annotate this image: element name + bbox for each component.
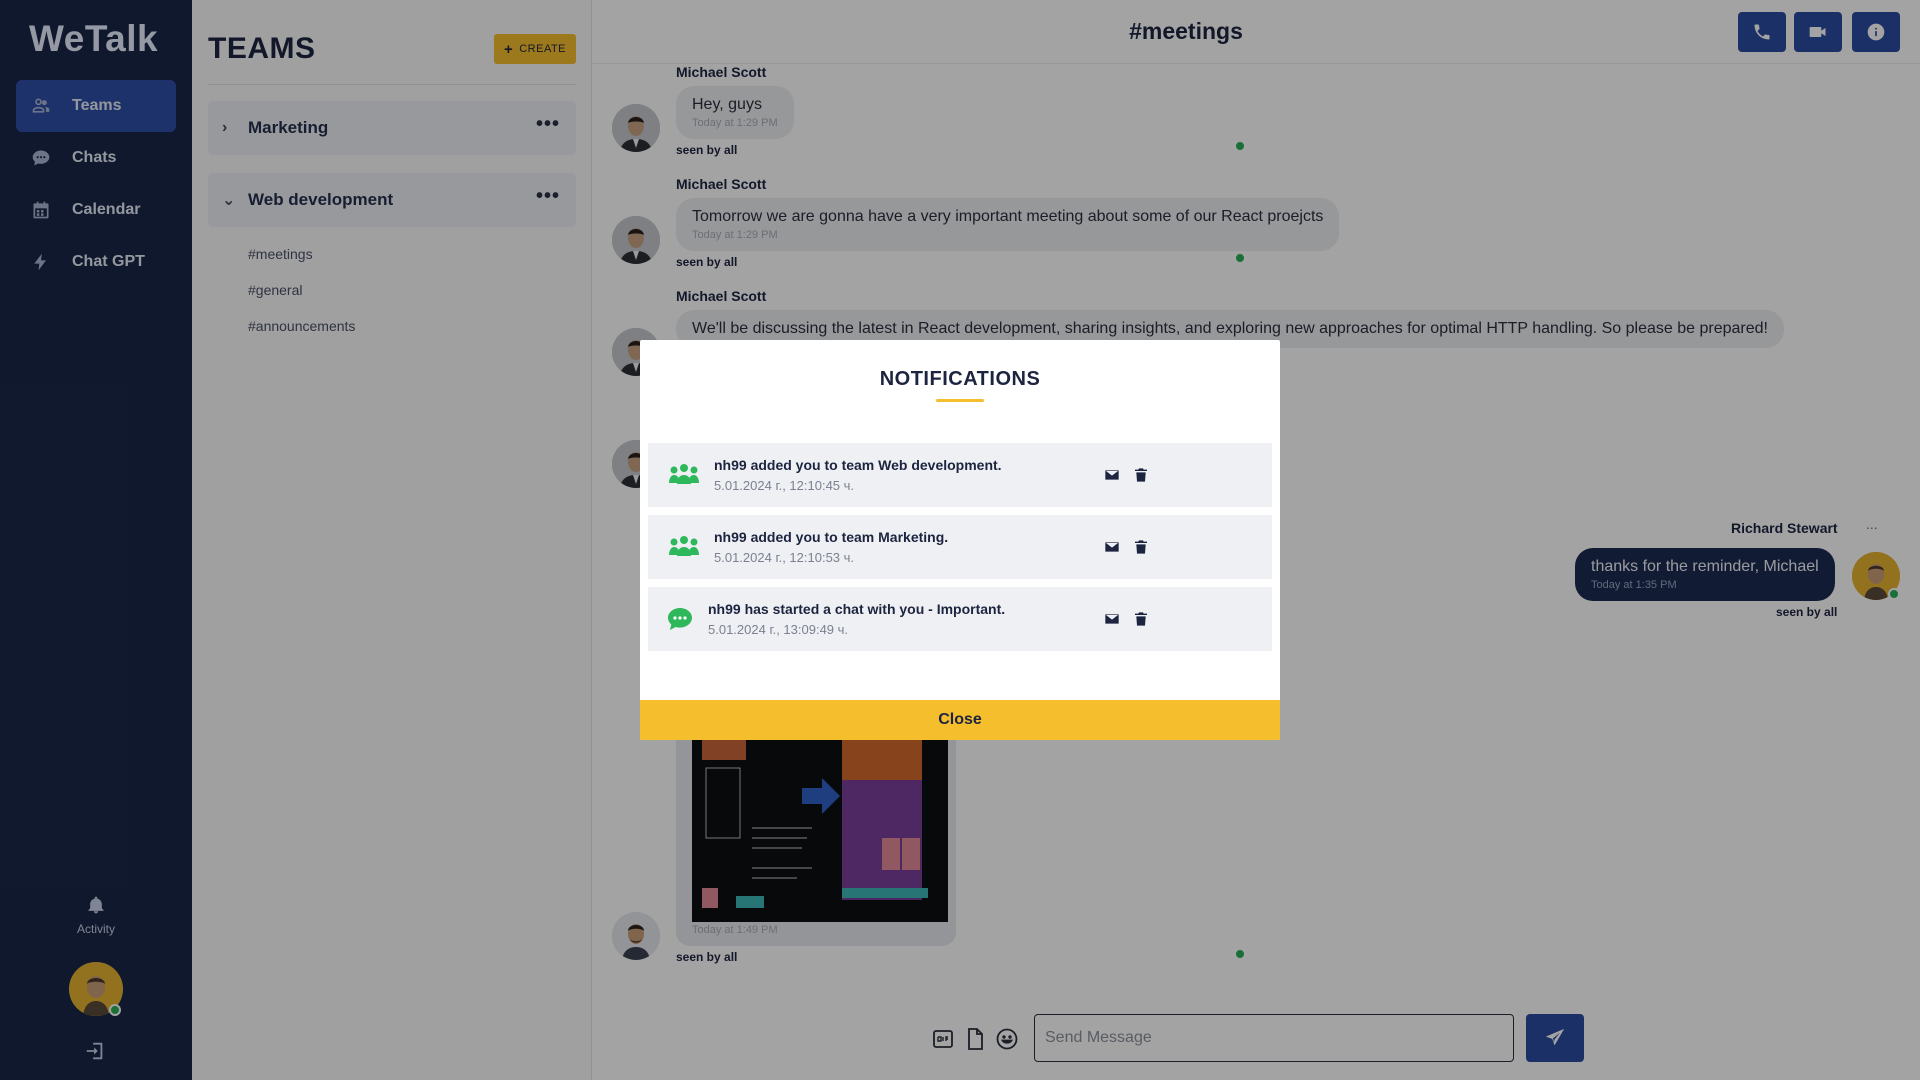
notification-item[interactable]: nh99 added you to team Marketing. 5.01.2… xyxy=(648,515,1272,579)
mark-read-button[interactable] xyxy=(1104,611,1120,627)
chat-icon xyxy=(666,605,698,633)
notifications-modal: NOTIFICATIONS nh99 added you to team Web… xyxy=(640,340,1280,740)
delete-notification-button[interactable] xyxy=(1133,539,1149,555)
close-notifications-button[interactable]: Close xyxy=(640,700,1280,740)
notification-date: 5.01.2024 г., 12:10:45 ч. xyxy=(714,478,855,493)
team-icon xyxy=(668,461,700,489)
title-underline xyxy=(936,399,984,402)
notification-item[interactable]: nh99 added you to team Web development. … xyxy=(648,443,1272,507)
trash-icon xyxy=(1135,612,1147,626)
notification-text: nh99 added you to team Web development. xyxy=(714,457,1002,473)
notification-text: nh99 added you to team Marketing. xyxy=(714,529,949,545)
notifications-title: NOTIFICATIONS xyxy=(879,368,1041,390)
envelope-icon xyxy=(1105,614,1119,624)
trash-icon xyxy=(1135,468,1147,482)
notification-item[interactable]: nh99 has started a chat with you - Impor… xyxy=(648,587,1272,651)
notification-date: 5.01.2024 г., 12:10:53 ч. xyxy=(714,550,855,565)
envelope-icon xyxy=(1105,470,1119,480)
team-icon xyxy=(668,533,700,561)
delete-notification-button[interactable] xyxy=(1133,611,1149,627)
delete-notification-button[interactable] xyxy=(1133,467,1149,483)
mark-read-button[interactable] xyxy=(1104,467,1120,483)
notification-text: nh99 has started a chat with you - Impor… xyxy=(708,601,1006,617)
trash-icon xyxy=(1135,540,1147,554)
mark-read-button[interactable] xyxy=(1104,539,1120,555)
notification-date: 5.01.2024 г., 13:09:49 ч. xyxy=(708,622,849,637)
envelope-icon xyxy=(1105,542,1119,552)
